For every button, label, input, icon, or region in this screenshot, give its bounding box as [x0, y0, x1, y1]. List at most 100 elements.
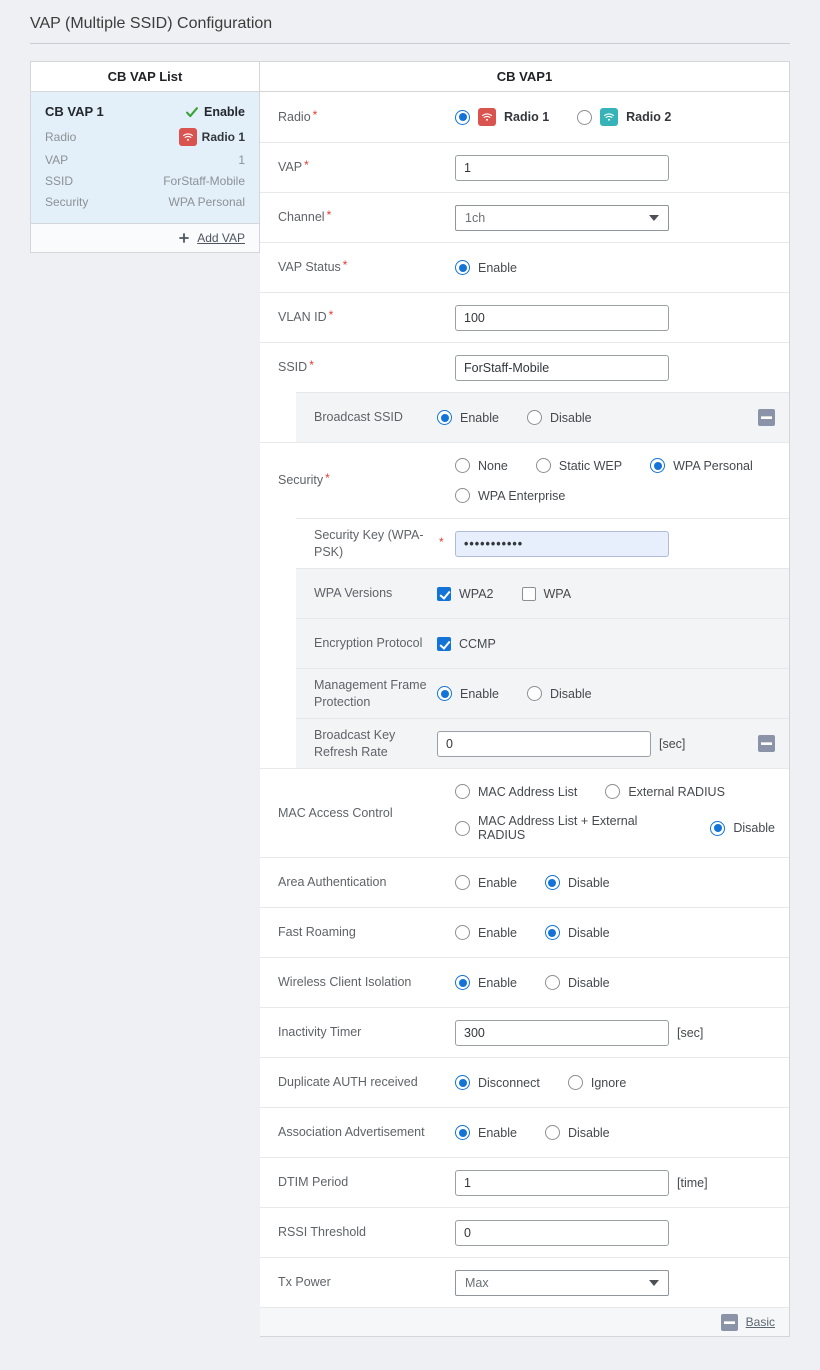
radio-option-disable[interactable]: Disable — [544, 875, 610, 890]
radio-option-enable[interactable]: Enable — [455, 260, 517, 275]
radio-option-disable[interactable]: Disable — [710, 820, 775, 836]
radio-option-wpa-enterprise[interactable]: WPA Enterprise — [455, 488, 565, 503]
vlan-id-input[interactable] — [455, 304, 669, 331]
radio-button-icon[interactable] — [455, 458, 470, 473]
checkbox-icon[interactable] — [437, 586, 451, 601]
radio-option-enable[interactable]: Enable — [437, 686, 499, 701]
radio-option-disconnect[interactable]: Disconnect — [455, 1075, 540, 1090]
field-label-wpa-versions: WPA Versions — [314, 586, 393, 601]
checkbox-icon[interactable] — [437, 636, 451, 651]
vap-config-panel: CB VAP1 Radio * Radio 1 Radio 2 VAP * 1 … — [260, 61, 790, 1337]
summary-label: Radio — [45, 130, 77, 144]
radio-option-disable[interactable]: Disable — [544, 1125, 610, 1140]
collapse-minus-icon[interactable] — [758, 735, 775, 752]
dtim-period-input[interactable] — [455, 1169, 669, 1196]
radio-option-enable[interactable]: Enable — [455, 875, 517, 890]
summary-value: ForStaff-Mobile — [163, 174, 245, 188]
radio-option-disable[interactable]: Disable — [526, 410, 592, 425]
field-label-security: Security * — [278, 471, 330, 488]
radio-option-radio-2[interactable]: Radio 2 — [577, 108, 671, 126]
rssi-threshold-input[interactable] — [455, 1219, 669, 1246]
security-key-input[interactable] — [455, 530, 669, 557]
checkbox-icon[interactable] — [521, 586, 536, 601]
collapse-minus-icon[interactable] — [720, 1313, 738, 1331]
radio-button-icon[interactable] — [567, 1075, 583, 1090]
radio-option-none[interactable]: None — [455, 458, 508, 473]
ssid-input[interactable] — [455, 354, 669, 381]
radio-option-static-wep[interactable]: Static WEP — [535, 458, 622, 473]
radio-button-icon[interactable] — [544, 925, 560, 940]
field-label-broadcast-ssid: Broadcast SSID — [314, 410, 403, 425]
radio-option-ignore[interactable]: Ignore — [567, 1075, 626, 1090]
radio-button-icon[interactable] — [544, 975, 560, 990]
checkbox-option-wpa2[interactable]: WPA2 — [437, 586, 494, 601]
radio-button-icon[interactable] — [455, 875, 470, 890]
form-row-management-frame-protection: Management Frame Protection Enable Disab… — [296, 668, 789, 718]
channel-select[interactable]: 1ch — [455, 204, 669, 231]
radio-button-icon[interactable] — [455, 925, 470, 940]
radio-option-external-radius[interactable]: External RADIUS — [605, 784, 725, 799]
form-row-mac-access-control: MAC Access Control MAC Address List Exte… — [260, 768, 789, 857]
radio-option-enable[interactable]: Enable — [437, 410, 499, 425]
add-vap-link[interactable]: Add VAP — [197, 231, 245, 245]
radio-button-icon[interactable] — [650, 458, 666, 473]
radio-button-icon[interactable] — [455, 975, 470, 990]
radio-button-icon[interactable] — [526, 686, 542, 701]
radio-button-icon[interactable] — [544, 875, 560, 890]
checkbox-option-ccmp[interactable]: CCMP — [437, 636, 496, 651]
required-marker: * — [304, 158, 309, 173]
form-row-association-advertisement: Association Advertisement Enable Disable — [260, 1107, 789, 1157]
radio1-wifi-icon — [478, 108, 496, 126]
radio-button-icon[interactable] — [535, 458, 551, 473]
radio-option-enable[interactable]: Enable — [455, 925, 517, 940]
radio-button-icon[interactable] — [455, 260, 470, 275]
broadcast-key-refresh-rate-input[interactable] — [437, 730, 651, 757]
radio-button-icon[interactable] — [455, 488, 470, 503]
radio-button-icon[interactable] — [437, 686, 452, 701]
radio2-wifi-icon — [600, 108, 619, 126]
radio-button-icon[interactable] — [577, 109, 593, 125]
basic-link[interactable]: Basic — [746, 1315, 775, 1329]
radio-option-disable[interactable]: Disable — [526, 686, 592, 701]
field-label-duplicate-auth: Duplicate AUTH received — [278, 1075, 418, 1090]
inactivity-timer-input[interactable] — [455, 1019, 669, 1046]
radio-button-icon[interactable] — [544, 1125, 560, 1140]
form-row-wpa-versions: WPA Versions WPA2 WPA — [296, 568, 789, 618]
radio-option-radio-1[interactable]: Radio 1 — [455, 108, 549, 126]
form-row-rssi-threshold: RSSI Threshold — [260, 1207, 789, 1257]
form-row-security: Security * None Static WEP WPA Personal … — [260, 442, 789, 518]
summary-value: WPA Personal — [168, 195, 245, 209]
channel-selected-value: 1ch — [465, 210, 486, 225]
vap-input[interactable] — [455, 154, 669, 181]
radio-option-disable[interactable]: Disable — [544, 925, 610, 940]
page-header: VAP (Multiple SSID) Configuration — [30, 0, 790, 44]
radio-button-icon[interactable] — [605, 784, 621, 799]
radio-button-icon[interactable] — [455, 1125, 470, 1140]
field-label-wireless-client-isolation: Wireless Client Isolation — [278, 975, 412, 990]
radio-option-mac-address-list[interactable]: MAC Address List — [455, 784, 577, 799]
field-label-tx-power: Tx Power — [278, 1275, 331, 1290]
radio-option-wpa-personal[interactable]: WPA Personal — [650, 458, 753, 473]
radio-button-icon[interactable] — [455, 109, 470, 125]
radio-button-icon[interactable] — [455, 1075, 470, 1090]
field-label-area-authentication: Area Authentication — [278, 875, 387, 890]
vap-list-item-cb-vap-1[interactable]: CB VAP 1 Enable Radio Radio 1 VAP 1 SSID… — [31, 92, 259, 223]
form-row-area-authentication: Area Authentication Enable Disable — [260, 857, 789, 907]
checkbox-option-wpa[interactable]: WPA — [521, 586, 571, 601]
radio-option-enable[interactable]: Enable — [455, 975, 517, 990]
radio-option-mac-list-plus-radius[interactable]: MAC Address List + External RADIUS — [455, 814, 682, 842]
plus-icon — [179, 233, 190, 243]
radio-button-icon[interactable] — [710, 820, 726, 836]
radio-option-disable[interactable]: Disable — [544, 975, 610, 990]
radio-button-icon[interactable] — [437, 410, 452, 425]
radio-button-icon[interactable] — [455, 820, 470, 836]
radio-option-enable[interactable]: Enable — [455, 1125, 517, 1140]
unit-label: [time] — [677, 1175, 708, 1190]
vap-summary-row: SSID ForStaff-Mobile — [45, 174, 245, 188]
tx-power-select[interactable]: Max — [455, 1269, 669, 1296]
radio-button-icon[interactable] — [526, 410, 542, 425]
form-row-security-key: Security Key (WPA-PSK) * — [296, 518, 789, 568]
radio-button-icon[interactable] — [455, 784, 470, 799]
form-row-vap-status: VAP Status * Enable — [260, 242, 789, 292]
collapse-minus-icon[interactable] — [758, 409, 775, 426]
